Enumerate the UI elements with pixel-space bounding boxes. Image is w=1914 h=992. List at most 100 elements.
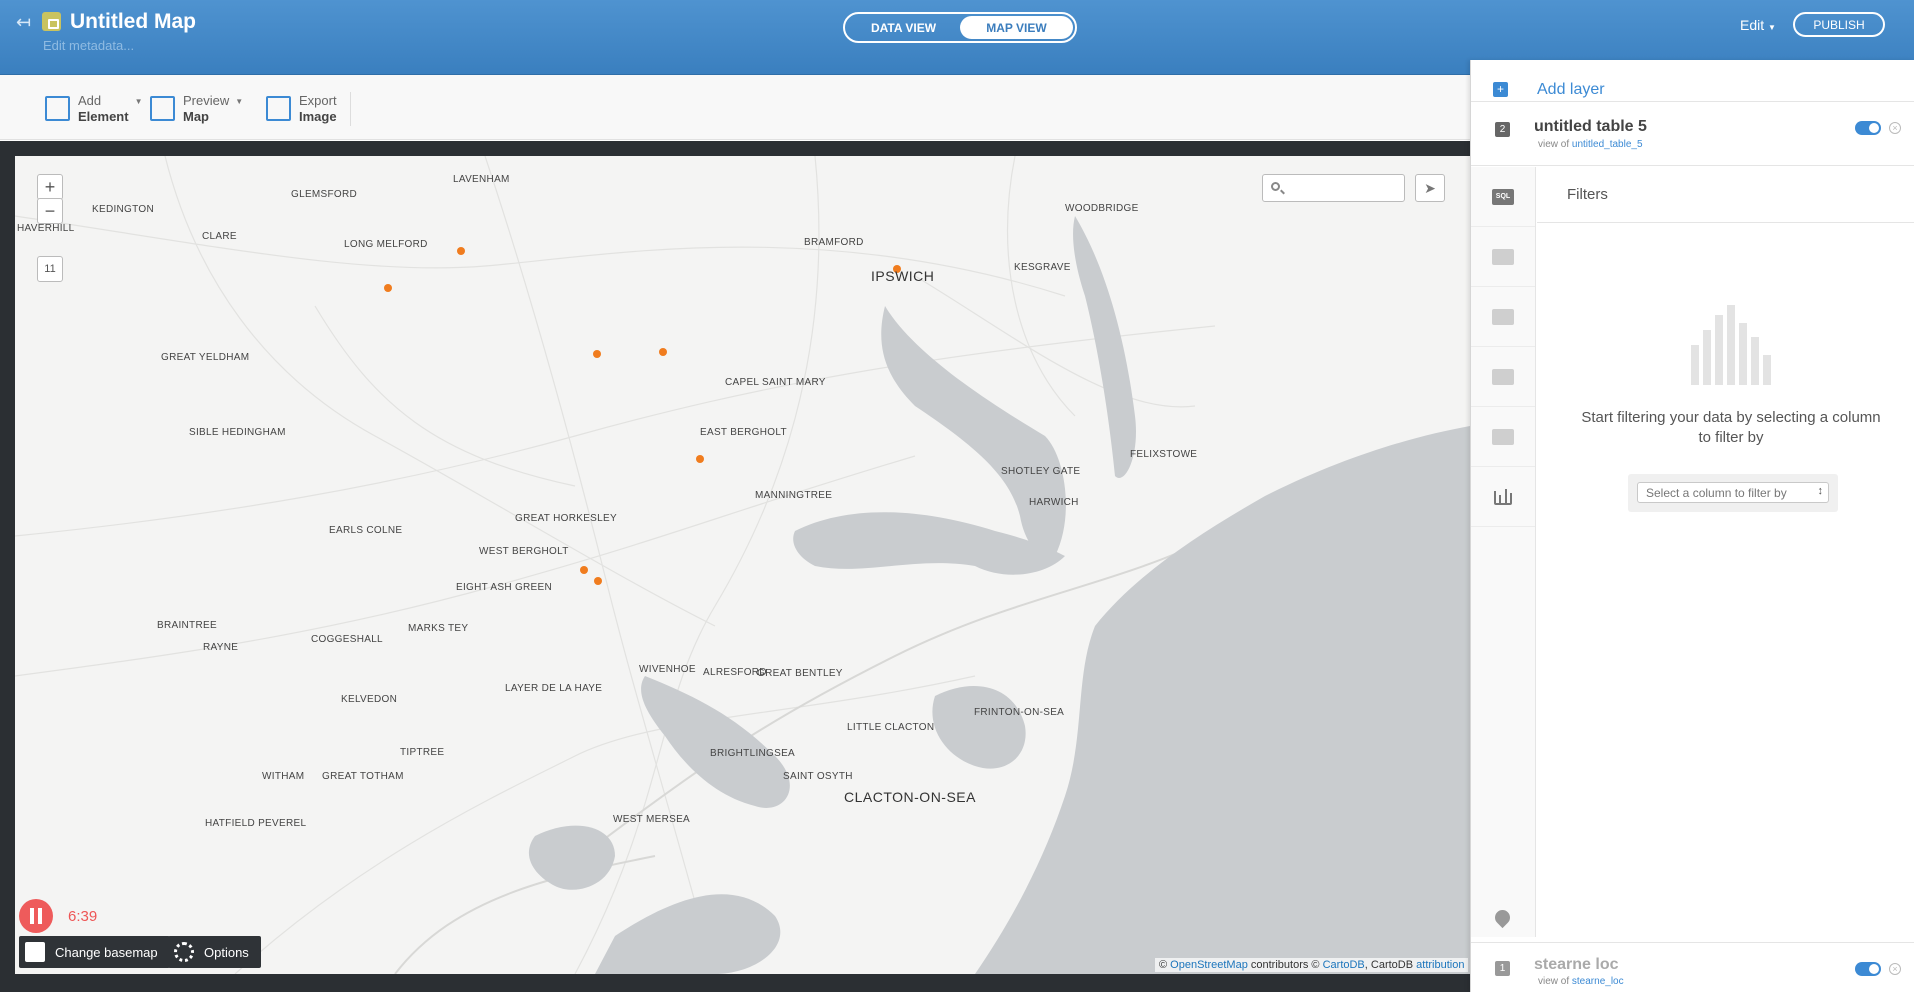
preview-label-2: Map xyxy=(183,109,209,124)
place-label: IPSWICH xyxy=(871,268,935,284)
edit-metadata-link[interactable]: Edit metadata... xyxy=(43,38,134,53)
tab-data-view[interactable]: DATA VIEW xyxy=(847,16,960,39)
preview-label-1: Preview xyxy=(183,93,230,108)
data-point[interactable] xyxy=(593,350,601,358)
place-label: HATFIELD PEVEREL xyxy=(205,818,307,829)
place-label: SIBLE HEDINGHAM xyxy=(189,427,286,438)
place-label: GREAT YELDHAM xyxy=(161,352,250,363)
place-label: BRAMFORD xyxy=(804,237,864,248)
export-label-2: Image xyxy=(299,109,337,124)
place-label: FRINTON-ON-SEA xyxy=(974,707,1065,718)
filters-divider xyxy=(1537,222,1914,223)
tab-map-view[interactable]: MAP VIEW xyxy=(960,16,1073,39)
place-label: GREAT HORKESLEY xyxy=(515,513,617,524)
infowindow-tab[interactable] xyxy=(1471,287,1535,347)
sql-icon: SQL xyxy=(1492,188,1514,205)
chevron-down-icon: ▼ xyxy=(1768,23,1776,32)
wizard-tab[interactable] xyxy=(1471,227,1535,287)
filters-icon xyxy=(1494,488,1512,505)
layer-number-badge: 2 xyxy=(1495,122,1510,137)
change-basemap-button[interactable]: Change basemap xyxy=(19,936,170,968)
change-basemap-label: Change basemap xyxy=(55,944,158,960)
attribution-link[interactable]: attribution xyxy=(1416,959,1464,971)
place-label: LONG MELFORD xyxy=(344,239,428,250)
place-label: GREAT TOTHAM xyxy=(322,771,404,782)
map-search-input[interactable] xyxy=(1289,177,1399,199)
zoom-out-button[interactable]: − xyxy=(37,198,63,224)
attr-mid: contributors © xyxy=(1250,959,1320,971)
legend-tab[interactable] xyxy=(1471,407,1535,467)
place-label: KELVEDON xyxy=(341,694,398,705)
place-label: HARWICH xyxy=(1029,497,1079,508)
cartodb-link[interactable]: CartoDB xyxy=(1323,959,1365,971)
place-label: FELIXSTOWE xyxy=(1130,449,1198,460)
place-label: GREAT BENTLEY xyxy=(757,668,843,679)
image-icon xyxy=(266,96,291,121)
view-of-label: view of xyxy=(1538,976,1570,987)
recording-timer: 6:39 xyxy=(68,908,98,925)
add-element-button[interactable]: Add Element ▼ xyxy=(45,93,143,125)
map-container: LAVENHAM GLEMSFORD KEDINGTON HAVERHILL C… xyxy=(0,141,1470,992)
layer-header[interactable]: 1 stearne loc view of stearne_loc × xyxy=(1471,942,1914,992)
data-point[interactable] xyxy=(659,348,667,356)
layer-source: view of stearne_loc xyxy=(1538,976,1624,987)
add-layer-button[interactable]: + Add layer xyxy=(1471,60,1914,102)
place-label: SAINT OSYTH xyxy=(783,771,853,782)
css-icon xyxy=(1492,368,1514,385)
view-of-label: view of xyxy=(1538,139,1570,150)
place-label: BRAINTREE xyxy=(157,620,217,631)
zoom-in-button[interactable]: + xyxy=(37,174,63,200)
place-label: GLEMSFORD xyxy=(291,189,358,200)
publish-button[interactable]: PUBLISH xyxy=(1793,12,1885,37)
export-label-1: Export xyxy=(299,93,337,108)
edit-dropdown[interactable]: Edit ▼ xyxy=(1740,17,1776,33)
close-icon[interactable]: × xyxy=(1889,122,1901,134)
options-label: Options xyxy=(204,944,249,960)
layer-visibility-toggle[interactable] xyxy=(1855,121,1881,135)
layer-panel: + Add layer 2 untitled table 5 view of u… xyxy=(1470,60,1914,992)
options-button[interactable]: Options xyxy=(168,936,261,968)
gear-icon xyxy=(174,942,194,962)
basemap xyxy=(15,156,1470,974)
place-label: TIPTREE xyxy=(400,747,445,758)
wizard-icon xyxy=(1492,248,1514,265)
css-tab[interactable] xyxy=(1471,347,1535,407)
sql-tab[interactable]: SQL xyxy=(1471,167,1535,227)
place-label: EAST BERGHOLT xyxy=(700,427,787,438)
map-toolbar: Add Element ▼ Preview Map ▼ Export Image xyxy=(0,75,1470,140)
data-point[interactable] xyxy=(384,284,392,292)
filters-tab[interactable] xyxy=(1471,467,1535,527)
map-title[interactable]: Untitled Map xyxy=(70,10,196,34)
place-label: COGGESHALL xyxy=(311,634,383,645)
layer-name[interactable]: untitled table 5 xyxy=(1534,118,1647,136)
export-image-button[interactable]: Export Image xyxy=(266,93,337,125)
data-point[interactable] xyxy=(457,247,465,255)
source-table-link[interactable]: untitled_table_5 xyxy=(1572,139,1643,150)
preview-map-button[interactable]: Preview Map ▼ xyxy=(150,93,243,125)
plus-icon: + xyxy=(1493,82,1508,97)
map-canvas[interactable]: LAVENHAM GLEMSFORD KEDINGTON HAVERHILL C… xyxy=(15,156,1470,974)
source-table-link[interactable]: stearne_loc xyxy=(1572,976,1624,987)
layer-name[interactable]: stearne loc xyxy=(1534,956,1618,974)
data-point[interactable] xyxy=(696,455,704,463)
toolbar-divider xyxy=(350,92,351,126)
place-label: MARKS TEY xyxy=(408,623,469,634)
data-point[interactable] xyxy=(580,566,588,574)
caret-down-icon[interactable]: ▼ xyxy=(135,97,143,106)
place-label: WITHAM xyxy=(262,771,305,782)
osm-link[interactable]: OpenStreetMap xyxy=(1170,959,1248,971)
layer-header[interactable]: 2 untitled table 5 view of untitled_tabl… xyxy=(1471,102,1914,166)
filter-column-select[interactable]: Select a column to filter by xyxy=(1637,482,1829,503)
caret-down-icon[interactable]: ▼ xyxy=(235,97,243,106)
place-label: LAYER DE LA HAYE xyxy=(505,683,603,694)
pause-recording-icon[interactable] xyxy=(19,899,53,933)
layer-visibility-toggle[interactable] xyxy=(1855,962,1881,976)
close-icon[interactable]: × xyxy=(1889,963,1901,975)
locate-arrow-icon[interactable]: ➤ xyxy=(1415,174,1445,202)
attr-prefix: © xyxy=(1159,959,1168,971)
place-label: HAVERHILL xyxy=(17,223,75,234)
place-label: KESGRAVE xyxy=(1014,262,1071,273)
back-arrow-icon[interactable]: ↤ xyxy=(16,12,31,33)
data-point[interactable] xyxy=(594,577,602,585)
lock-icon[interactable] xyxy=(42,12,61,31)
